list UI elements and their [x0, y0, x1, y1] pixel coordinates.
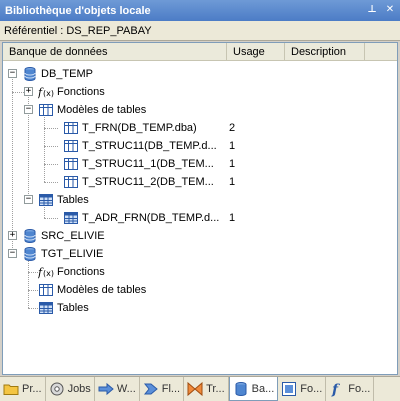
tree-node-label: T_STRUC11(DB_TEMP.d...	[82, 140, 217, 152]
table-template-icon	[39, 104, 53, 116]
tree-node-label: T_STRUC11_2(DB_TEM...	[82, 176, 214, 188]
tree-node-table[interactable]: T_ADR_FRN(DB_TEMP.d... 1	[3, 209, 397, 227]
window-titlebar: Bibliothèque d'objets locale ⊥ ✕	[0, 0, 400, 21]
usage-value: 1	[229, 140, 236, 152]
tab-label: Jobs	[67, 383, 91, 395]
function-icon: f (x)	[38, 86, 54, 99]
tab-label: Fl...	[161, 383, 181, 395]
collapse-icon[interactable]: −	[8, 249, 17, 258]
tab-dataflows[interactable]: Fl...	[140, 377, 185, 401]
tree-node-tgt-templates[interactable]: Modèles de tables	[3, 281, 397, 299]
tree-node-label: T_ADR_FRN(DB_TEMP.d...	[82, 212, 220, 224]
tree-node-label: Modèles de tables	[57, 104, 147, 116]
jobs-icon	[50, 382, 64, 396]
function-icon: f	[331, 382, 341, 397]
tab-label: Pr...	[22, 383, 42, 395]
tree-node-tgt-tables[interactable]: Tables	[3, 299, 397, 317]
table-template-icon	[64, 176, 78, 188]
tree-node-src-elivie[interactable]: + SRC_ELIVIE	[3, 227, 397, 245]
expand-icon[interactable]: +	[8, 231, 17, 240]
tab-label: Fo...	[300, 383, 323, 395]
tab-functions[interactable]: f Fo...	[326, 377, 375, 401]
tab-label: Fo...	[348, 383, 371, 395]
tree-node-tgt-elivie[interactable]: − TGT_ELIVIE	[3, 245, 397, 263]
tab-formats[interactable]: Fo...	[278, 377, 327, 401]
project-icon	[3, 384, 19, 395]
tree-node-db-temp-templates[interactable]: − Modèles de tables	[3, 101, 397, 119]
tree-node-label: T_STRUC11_1(DB_TEM...	[82, 158, 214, 170]
tree-node-label: Fonctions	[57, 86, 105, 98]
table-template-icon	[64, 140, 78, 152]
tab-projects[interactable]: Pr...	[0, 377, 46, 401]
tree-node-label: Modèles de tables	[57, 284, 147, 296]
referential-label: Référentiel : DS_REP_PABAY	[4, 24, 152, 37]
tab-datastores[interactable]: Ba...	[228, 377, 279, 401]
datastore-icon	[24, 247, 36, 261]
datastore-tree: − DB_TEMP + f (x) Fonctions − Modèles de…	[3, 65, 397, 317]
bottom-tab-bar: Pr... Jobs W... Fl... Tr... Ba... Fo... …	[0, 376, 400, 401]
tree-node-template[interactable]: T_STRUC11_1(DB_TEM... 1	[3, 155, 397, 173]
tree-node-template[interactable]: T_STRUC11_2(DB_TEM... 1	[3, 173, 397, 191]
close-icon[interactable]: ✕	[384, 4, 396, 16]
tab-workflows[interactable]: W...	[95, 377, 140, 401]
column-header-usage[interactable]: Usage	[227, 43, 285, 61]
table-template-icon	[64, 158, 78, 170]
usage-value: 2	[229, 122, 236, 134]
window-title: Bibliothèque d'objets locale	[5, 4, 151, 17]
table-template-icon	[64, 122, 78, 134]
tree-node-label: Tables	[57, 194, 89, 206]
tree-node-label: TGT_ELIVIE	[41, 248, 104, 260]
referential-bar: Référentiel : DS_REP_PABAY	[0, 21, 400, 41]
svg-text:(x): (x)	[43, 89, 54, 98]
function-icon: f (x)	[38, 266, 54, 279]
svg-text:(x): (x)	[43, 269, 54, 278]
tab-label: Ba...	[251, 382, 275, 395]
collapse-icon[interactable]: −	[24, 105, 33, 114]
tree-node-db-temp-tables[interactable]: − Tables	[3, 191, 397, 209]
column-header-description[interactable]: Description	[285, 43, 365, 61]
table-icon	[39, 302, 53, 314]
table-icon	[64, 212, 78, 224]
expand-icon[interactable]: +	[24, 87, 33, 96]
object-library-panel: Banque de données Usage Description − DB…	[2, 42, 398, 375]
table-template-icon	[39, 284, 53, 296]
tree-node-db-temp-functions[interactable]: + f (x) Fonctions	[3, 83, 397, 101]
dataflow-icon	[143, 383, 158, 395]
tree-node-template[interactable]: T_FRN(DB_TEMP.dba) 2	[3, 119, 397, 137]
usage-value: 1	[229, 176, 236, 188]
datastore-icon	[24, 229, 36, 243]
collapse-icon[interactable]: −	[8, 69, 17, 78]
tab-transforms[interactable]: Tr...	[184, 377, 229, 401]
tab-label: W...	[116, 383, 136, 395]
tab-jobs[interactable]: Jobs	[46, 377, 95, 401]
workflow-icon	[98, 382, 114, 396]
datastore-icon	[24, 67, 36, 81]
tree-node-tgt-functions[interactable]: f (x) Fonctions	[3, 263, 397, 281]
svg-text:f: f	[331, 382, 341, 397]
tree-node-label: T_FRN(DB_TEMP.dba)	[82, 122, 197, 134]
tree-node-template[interactable]: T_STRUC11(DB_TEMP.d... 1	[3, 137, 397, 155]
tree-node-label: Fonctions	[57, 266, 105, 278]
table-icon	[39, 194, 53, 206]
formats-icon	[282, 382, 297, 396]
collapse-icon[interactable]: −	[24, 195, 33, 204]
tree-node-label: SRC_ELIVIE	[41, 230, 105, 242]
tab-label: Tr...	[206, 383, 225, 395]
tree-node-label: DB_TEMP	[41, 68, 93, 80]
usage-value: 1	[229, 212, 236, 224]
column-header: Banque de données Usage Description	[3, 43, 397, 61]
usage-value: 1	[229, 158, 236, 170]
transform-icon	[187, 381, 203, 397]
column-header-name[interactable]: Banque de données	[3, 43, 227, 61]
datastore-icon	[235, 381, 247, 396]
tree-node-db-temp[interactable]: − DB_TEMP	[3, 65, 397, 83]
tree-node-label: Tables	[57, 302, 89, 314]
pin-icon[interactable]: ⊥	[366, 4, 378, 16]
